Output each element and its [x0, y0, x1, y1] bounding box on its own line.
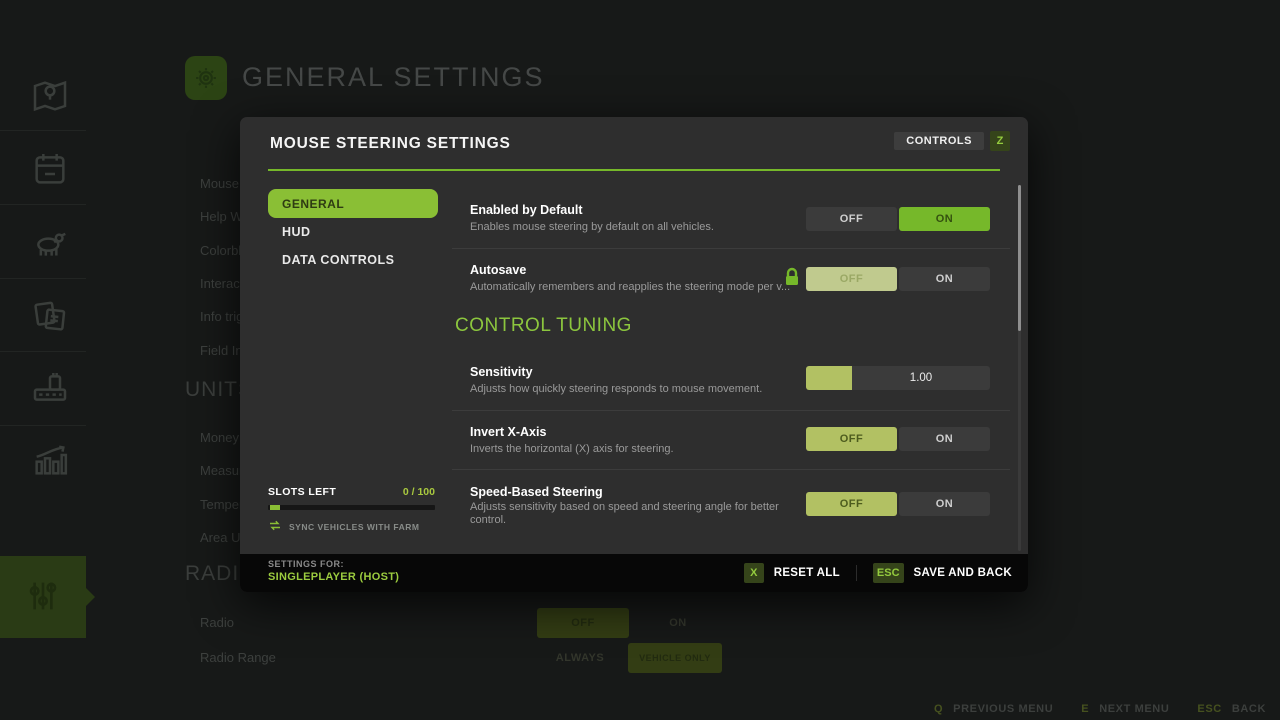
previous-menu-button[interactable]: PREVIOUS MENU	[953, 703, 1053, 715]
sidebar-selection-notch	[86, 588, 95, 606]
bg-menu-item: Mouse St	[200, 176, 240, 196]
bg-radio-range-other-button[interactable]: ALWAYS	[545, 643, 615, 673]
tab-data-controls[interactable]: DATA CONTROLS	[282, 253, 395, 267]
reset-all-key-badge: X	[744, 563, 764, 583]
setting-label-autosave: Autosave	[470, 263, 526, 277]
sensitivity-slider[interactable]: 1.00	[806, 366, 990, 390]
dialog-scrollbar[interactable]	[1018, 185, 1021, 551]
bg-radio-range-selected-button[interactable]: VEHICLE ONLY	[628, 643, 722, 673]
page-title: GENERAL SETTINGS	[242, 62, 545, 93]
toggle-on-option[interactable]: ON	[899, 427, 990, 451]
production-icon[interactable]	[30, 368, 70, 408]
settings-for-caption: SETTINGS FOR:	[268, 559, 399, 569]
dialog-footer: SETTINGS FOR: SINGLEPLAYER (HOST) X RESE…	[240, 554, 1028, 592]
slider-value: 1.00	[910, 372, 932, 384]
controls-key-badge: Z	[990, 131, 1010, 151]
calendar-icon[interactable]	[30, 149, 70, 189]
back-button[interactable]: BACK	[1232, 703, 1266, 715]
general-settings-gear-icon	[185, 56, 227, 100]
setting-label-enabled-by-default: Enabled by Default	[470, 203, 583, 217]
map-icon[interactable]	[30, 76, 70, 116]
controls-shortcut-group[interactable]: CONTROLS Z	[894, 131, 1010, 151]
toggle-on-option[interactable]: ON	[899, 207, 990, 231]
statistics-icon[interactable]	[30, 440, 70, 480]
toggle-on-option[interactable]: ON	[899, 267, 990, 291]
animals-icon[interactable]	[30, 223, 70, 263]
sync-icon	[268, 518, 282, 536]
setting-desc-speed-based-steering: Adjusts sensitivity based on speed and s…	[470, 501, 800, 527]
setting-label-sensitivity: Sensitivity	[470, 365, 533, 379]
slider-track: 1.00	[852, 366, 990, 390]
scrollbar-thumb[interactable]	[1018, 185, 1021, 331]
sidebar-divider	[0, 351, 86, 352]
footer-separator	[856, 565, 857, 581]
bg-menu-item: Info trigg	[200, 309, 240, 329]
toggle-on-option[interactable]: ON	[899, 492, 990, 516]
controls-button[interactable]: CONTROLS	[894, 132, 984, 150]
bg-menu-item: Help Win	[200, 209, 240, 229]
bg-menu-item: Measurin	[200, 463, 240, 483]
bg-radio-other-button[interactable]: ON	[653, 608, 703, 638]
section-heading-control-tuning: CONTROL TUNING	[455, 315, 632, 337]
next-menu-button[interactable]: NEXT MENU	[1099, 703, 1169, 715]
slots-progress-bar	[268, 505, 435, 510]
bg-section-radio: RADIO	[185, 562, 241, 588]
slots-left-block: SLOTS LEFT 0 / 100 SYNC VEHICLES WITH FA…	[268, 486, 435, 536]
tab-hud[interactable]: HUD	[282, 225, 311, 239]
toggle-autosave: OFF ON	[806, 267, 990, 291]
dialog-title: MOUSE STEERING SETTINGS	[270, 135, 511, 153]
save-and-back-button[interactable]: SAVE AND BACK	[914, 567, 1012, 579]
bg-section-units: UNITS	[185, 378, 241, 404]
previous-menu-key: Q	[934, 703, 943, 715]
toggle-speed-based-steering: OFF ON	[806, 492, 990, 516]
row-divider	[452, 410, 1010, 411]
bg-menu-item: Money U	[200, 430, 240, 450]
slots-left-label: SLOTS LEFT	[268, 486, 336, 498]
settings-icon	[23, 576, 63, 616]
sidebar-divider	[0, 204, 86, 205]
back-key: ESC	[1197, 703, 1221, 715]
toggle-off-option[interactable]: OFF	[806, 427, 897, 451]
setting-label-invert-x-axis: Invert X-Axis	[470, 425, 546, 439]
sync-vehicles-label[interactable]: SYNC VEHICLES WITH FARM	[289, 522, 420, 532]
setting-label-speed-based-steering: Speed-Based Steering	[470, 485, 603, 499]
row-divider	[452, 469, 1010, 470]
toggle-off-option[interactable]: OFF	[806, 267, 897, 291]
screen-footer: Q PREVIOUS MENU E NEXT MENU ESC BACK	[934, 703, 1266, 715]
bg-menu-item: Field Info	[200, 343, 240, 363]
slots-left-value: 0 / 100	[403, 486, 435, 498]
toggle-invert-x-axis: OFF ON	[806, 427, 990, 451]
reset-all-button[interactable]: RESET ALL	[774, 567, 840, 579]
toggle-enabled-by-default: OFF ON	[806, 207, 990, 231]
sidebar-divider	[0, 278, 86, 279]
slider-fill	[806, 366, 852, 390]
bg-radio-selected-button[interactable]: OFF	[537, 608, 629, 638]
header-accent-line	[268, 169, 1000, 171]
mouse-steering-settings-dialog: MOUSE STEERING SETTINGS CONTROLS Z GENER…	[240, 117, 1028, 592]
setting-desc-enabled-by-default: Enables mouse steering by default on all…	[470, 221, 800, 234]
bg-menu-item: Temperat	[200, 497, 240, 517]
tab-general[interactable]: GENERAL	[268, 189, 438, 218]
lock-icon	[784, 267, 800, 287]
next-menu-key: E	[1081, 703, 1089, 715]
row-divider	[452, 248, 1010, 249]
bg-radio-label: Radio	[200, 615, 234, 630]
sidebar-item-settings-selected[interactable]	[0, 556, 86, 638]
setting-desc-invert-x-axis: Inverts the horizontal (X) axis for stee…	[470, 443, 800, 456]
bg-menu-item: Interactiv	[200, 276, 240, 296]
sidebar-divider	[0, 425, 86, 426]
bg-menu-item: Area Uni	[200, 530, 240, 550]
toggle-off-option[interactable]: OFF	[806, 492, 897, 516]
setting-desc-sensitivity: Adjusts how quickly steering responds to…	[470, 383, 800, 396]
bg-radio-range-label: Radio Range	[200, 650, 276, 665]
slots-progress-fill	[270, 505, 280, 510]
contracts-icon[interactable]	[30, 297, 70, 337]
settings-for-profile: SINGLEPLAYER (HOST)	[268, 571, 399, 583]
sidebar-divider	[0, 130, 86, 131]
setting-desc-autosave: Automatically remembers and reapplies th…	[470, 281, 800, 294]
bg-menu-item: Colorblin	[200, 243, 240, 263]
toggle-off-option[interactable]: OFF	[806, 207, 897, 231]
save-key-badge: ESC	[873, 563, 904, 583]
